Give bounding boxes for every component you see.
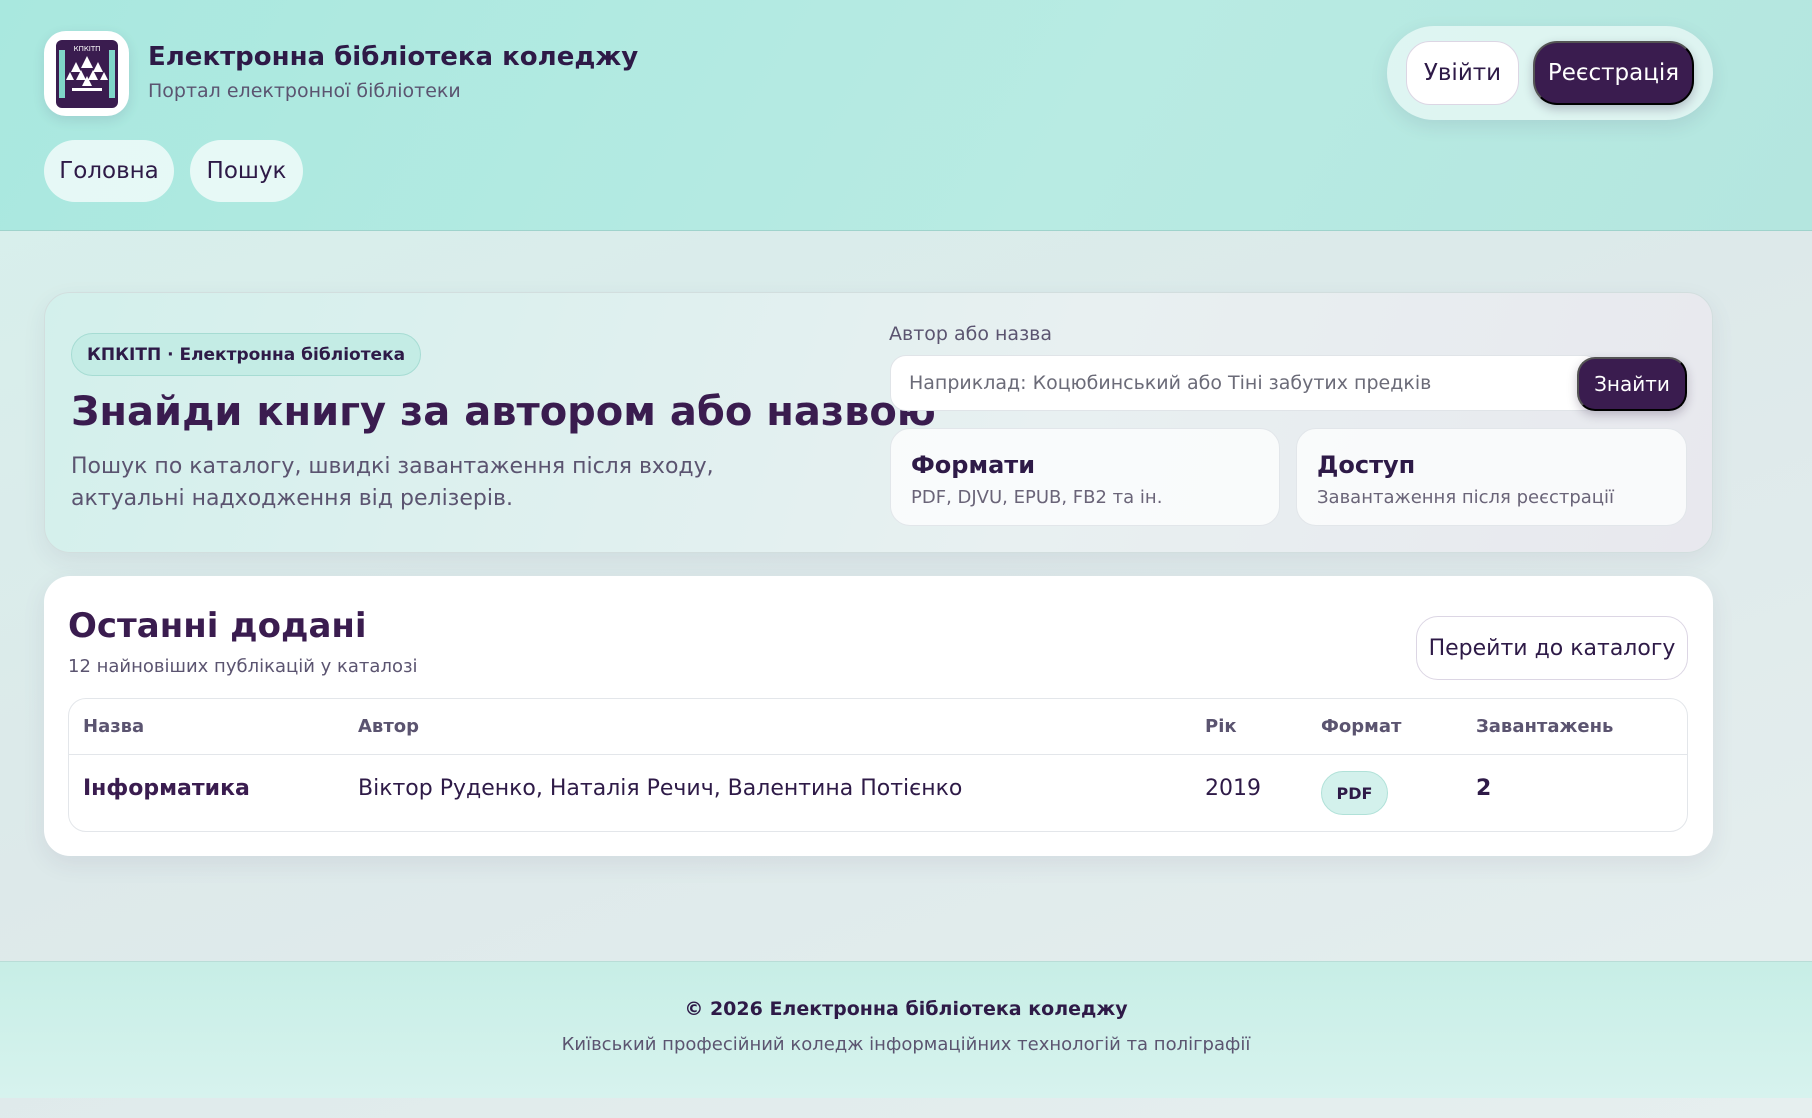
download-count: 2 <box>1476 776 1492 801</box>
auth-panel: Увійти Реєстрація <box>1387 26 1713 120</box>
recent-section: Останні додані 12 найновіших публікацій … <box>44 576 1713 856</box>
column-header-author: Автор <box>358 716 420 737</box>
recent-table: Назва Автор Рік Формат Завантажень Інфор… <box>68 698 1688 832</box>
logo-emblem: КПКІТП <box>55 39 118 108</box>
hero-title: Знайди книгу за автором або назвою <box>71 389 936 435</box>
find-button[interactable]: Знайти <box>1577 357 1687 411</box>
formats-card-text: PDF, DJVU, EPUB, FB2 та ін. <box>911 487 1163 508</box>
site-header: КПКІТП Електронна бібліотека коледжу Пор… <box>0 0 1812 231</box>
format-badge: PDF <box>1321 771 1388 815</box>
column-header-downloads: Завантажень <box>1476 716 1614 737</box>
go-to-catalog-button[interactable]: Перейти до каталогу <box>1416 616 1688 680</box>
college-logo-icon[interactable]: КПКІТП <box>44 31 129 116</box>
table-header: Назва Автор Рік Формат Завантажень <box>69 699 1687 755</box>
nav-search[interactable]: Пошук <box>190 140 303 202</box>
footer-copyright: © 2026 Електронна бібліотека коледжу <box>684 998 1128 1020</box>
login-button[interactable]: Увійти <box>1406 41 1519 105</box>
book-author: Віктор Руденко, Наталія Речич, Валентина… <box>358 776 963 801</box>
column-header-title: Назва <box>83 716 145 737</box>
footer-organization: Київський професійний коледж інформаційн… <box>561 1034 1251 1055</box>
access-card: Доступ Завантаження після реєстрації <box>1296 428 1687 526</box>
hero-badge: КПКІТП · Електронна бібліотека <box>71 333 422 376</box>
access-card-text: Завантаження після реєстрації <box>1317 487 1615 508</box>
svg-text:КПКІТП: КПКІТП <box>73 45 100 53</box>
search-label: Автор або назва <box>889 323 1053 345</box>
register-button[interactable]: Реєстрація <box>1533 41 1694 105</box>
site-footer: © 2026 Електронна бібліотека коледжу Киї… <box>0 961 1812 1098</box>
access-card-title: Доступ <box>1317 451 1416 479</box>
recent-subtitle: 12 найновіших публікацій у каталозі <box>68 656 418 677</box>
recent-title: Останні додані <box>68 606 367 646</box>
hero-section: КПКІТП · Електронна бібліотека Знайди кн… <box>44 292 1713 553</box>
hero-description: Пошук по каталогу, швидкі завантаження п… <box>71 454 714 511</box>
book-year: 2019 <box>1205 776 1261 801</box>
column-header-format: Формат <box>1321 716 1402 737</box>
site-subtitle: Портал електронної бібліотеки <box>148 80 461 102</box>
nav-home[interactable]: Головна <box>44 140 174 202</box>
site-title: Електронна бібліотека коледжу <box>148 42 639 72</box>
formats-card: Формати PDF, DJVU, EPUB, FB2 та ін. <box>890 428 1280 526</box>
book-title-link[interactable]: Інформатика <box>83 776 250 801</box>
column-header-year: Рік <box>1205 716 1237 737</box>
formats-card-title: Формати <box>911 451 1036 479</box>
search-input[interactable] <box>890 355 1600 411</box>
